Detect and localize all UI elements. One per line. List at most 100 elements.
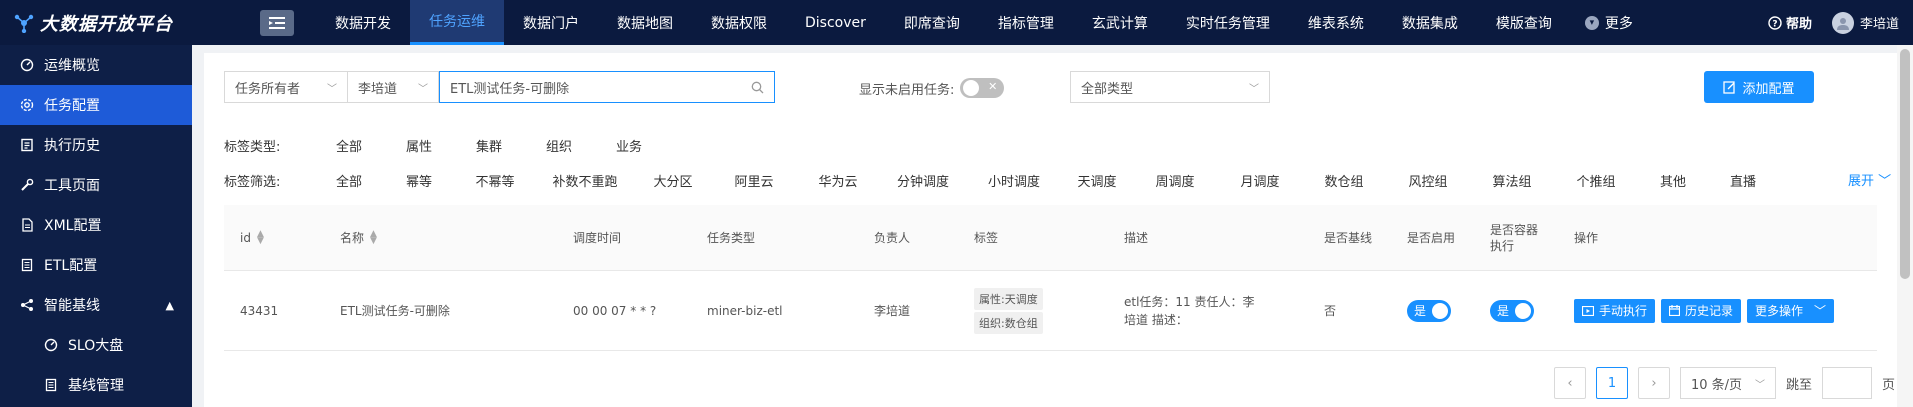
page-number[interactable]: 1 [1596, 367, 1628, 399]
tag-type-option[interactable]: 全部 [314, 136, 384, 155]
sidebar-item-label: 运维概览 [44, 58, 100, 74]
gauge-icon [44, 338, 58, 352]
col-id[interactable]: id ▲ ▼ [240, 205, 264, 270]
scrollbar-thumb[interactable] [1900, 49, 1910, 279]
tag-filter-option[interactable]: 华为云 [796, 171, 880, 190]
nav-item-xuanwu-compute[interactable]: 玄武计算 [1073, 0, 1167, 45]
next-page-button[interactable]: › [1638, 367, 1670, 399]
sidebar-item-baseline-mgmt[interactable]: 基线管理 [0, 365, 192, 405]
more-ops-button[interactable]: 更多操作 ﹀ [1747, 298, 1835, 323]
menu-fold-icon [269, 16, 285, 29]
enabled-switch[interactable]: 是 [1407, 299, 1451, 322]
tag-type-option[interactable]: 属性 [384, 136, 454, 155]
tag-filter-option[interactable]: 小时调度 [966, 171, 1062, 190]
nav-item-template-query[interactable]: 模版查询 [1477, 0, 1571, 45]
user-menu[interactable]: 李培道 [1831, 11, 1899, 34]
nav-item-data-dev[interactable]: 数据开发 [316, 0, 410, 45]
help-link[interactable]: ? 帮助 [1768, 13, 1812, 32]
nav-item-discover[interactable]: Discover [786, 0, 885, 45]
manual-run-button[interactable]: 手动执行 [1574, 298, 1656, 323]
user-name: 李培道 [1859, 17, 1899, 32]
tag-filter-option[interactable]: 直播 [1708, 171, 1778, 190]
page-size-select[interactable]: 10 条/页 ﹀ [1680, 367, 1776, 399]
list-icon [20, 258, 34, 272]
search-input[interactable]: ETL测试任务-可删除 [439, 71, 775, 103]
owner-select[interactable]: 李培道 ﹀ [348, 71, 439, 103]
wrench-icon [20, 178, 34, 192]
top-navbar: 大数据开放平台 数据开发 任务运维 数据门户 数据地图 数据权限 Discove… [0, 0, 1913, 45]
dashboard-icon [20, 58, 34, 72]
share-icon [20, 298, 34, 312]
chevron-down-icon: ﹀ [1814, 304, 1827, 318]
tag-filter-option[interactable]: 大分区 [634, 171, 712, 190]
sort-icon: ▲ ▼ [370, 228, 377, 246]
tag-filter-option[interactable]: 月调度 [1218, 171, 1302, 190]
jump-input[interactable] [1822, 367, 1873, 399]
tag-filter-option[interactable]: 不幂等 [454, 171, 536, 190]
sidebar-item-etl-config[interactable]: ETL配置 [0, 245, 192, 285]
nav-item-metric-mgmt[interactable]: 指标管理 [979, 0, 1073, 45]
menu-toggle-button[interactable] [260, 9, 294, 36]
chevron-down-icon: ﹀ [1249, 83, 1259, 95]
sidebar-item-exec-history[interactable]: 执行历史 [0, 125, 192, 165]
manual-run-label: 手动执行 [1599, 304, 1648, 318]
nav-item-data-map[interactable]: 数据地图 [598, 0, 692, 45]
brand[interactable]: 大数据开放平台 [0, 10, 230, 36]
filter-bar: 任务所有者 ﹀ 李培道 ﹀ ETL测试任务-可删除 [224, 71, 775, 103]
tag-filter-option[interactable]: 幂等 [384, 171, 454, 190]
cell-ops: 手动执行 历史记录 更多操作 ﹀ [1574, 271, 1840, 350]
tag-filter-option[interactable]: 周调度 [1132, 171, 1218, 190]
task-type-select[interactable]: 全部类型 ﹀ [1070, 71, 1270, 103]
tag-type-option[interactable]: 业务 [594, 136, 664, 155]
tag-filter-row: 标签筛选: 全部 幂等 不幂等 补数不重跑 大分区 阿里云 华为云 分钟调度 小… [224, 170, 1778, 190]
tag-badge: 组织:数仓组 [974, 311, 1043, 334]
nav-item-data-integration[interactable]: 数据集成 [1383, 0, 1477, 45]
history-button[interactable]: 历史记录 [1661, 298, 1742, 323]
container-switch[interactable]: 是 [1490, 299, 1534, 322]
prev-page-button[interactable]: ‹ [1554, 367, 1586, 399]
tag-type-option[interactable]: 组织 [524, 136, 594, 155]
nav-item-task-ops[interactable]: 任务运维 [410, 0, 504, 45]
expand-tags-link[interactable]: 展开 ﹀ [1848, 170, 1891, 189]
cell-container: 是 [1490, 271, 1534, 350]
page-unit-label: 页 [1882, 377, 1896, 393]
add-config-button[interactable]: 添加配置 [1704, 71, 1814, 103]
tag-filter-option[interactable]: 分钟调度 [880, 171, 966, 190]
sidebar-item-slo-dashboard[interactable]: SLO大盘 [0, 325, 192, 365]
sidebar-item-tools[interactable]: 工具页面 [0, 165, 192, 205]
col-id-label: id [240, 230, 251, 245]
cell-tags: 属性:天调度 组织:数仓组 [974, 271, 1043, 350]
owner-type-select[interactable]: 任务所有者 ﹀ [224, 71, 348, 103]
nav-item-dim-table[interactable]: 维表系统 [1289, 0, 1383, 45]
more-ops-label: 更多操作 [1755, 304, 1804, 318]
nav-item-data-portal[interactable]: 数据门户 [504, 0, 598, 45]
tag-filter-option[interactable]: 天调度 [1062, 171, 1132, 190]
switch-knob [1515, 302, 1531, 319]
tag-type-option[interactable]: 集群 [454, 136, 524, 155]
sidebar-item-smart-baseline[interactable]: 智能基线 ▲ [0, 285, 192, 325]
tag-filter-option[interactable]: 全部 [314, 171, 384, 190]
cell-task-type: miner-biz-etl [707, 303, 783, 318]
col-baseline: 是否基线 [1324, 231, 1373, 245]
sidebar-item-xml-config[interactable]: XML配置 [0, 205, 192, 245]
tag-filter-option[interactable]: 补数不重跑 [536, 171, 634, 190]
sidebar-item-ops-overview[interactable]: 运维概览 [0, 45, 192, 85]
nav-item-data-permission[interactable]: 数据权限 [692, 0, 786, 45]
add-config-label: 添加配置 [1742, 81, 1795, 97]
tag-filter-option[interactable]: 其他 [1638, 171, 1708, 190]
table-header: id ▲ ▼ 名称 ▲ ▼ 调度时间 任务类型 负责人 标签 描述 是否基线 是否启… [224, 205, 1877, 271]
tag-filter-option[interactable]: 阿里云 [712, 171, 796, 190]
nav-more[interactable]: ▾ 更多 [1571, 0, 1647, 45]
show-disabled-switch[interactable]: ✕ [960, 78, 1005, 98]
col-name[interactable]: 名称 ▲ ▼ [340, 205, 377, 270]
sidebar-item-label: 基线管理 [68, 378, 124, 394]
nav-item-adhoc-query[interactable]: 即席查询 [885, 0, 979, 45]
vertical-scrollbar[interactable] [1897, 45, 1913, 407]
tag-filter-option[interactable]: 数仓组 [1302, 171, 1386, 190]
sidebar-item-label: SLO大盘 [68, 338, 124, 354]
nav-item-realtime-task[interactable]: 实时任务管理 [1167, 0, 1289, 45]
tag-filter-option[interactable]: 个推组 [1554, 171, 1638, 190]
sidebar-item-task-config[interactable]: 任务配置 [0, 85, 192, 125]
tag-filter-option[interactable]: 风控组 [1386, 171, 1470, 190]
tag-filter-option[interactable]: 算法组 [1470, 171, 1554, 190]
